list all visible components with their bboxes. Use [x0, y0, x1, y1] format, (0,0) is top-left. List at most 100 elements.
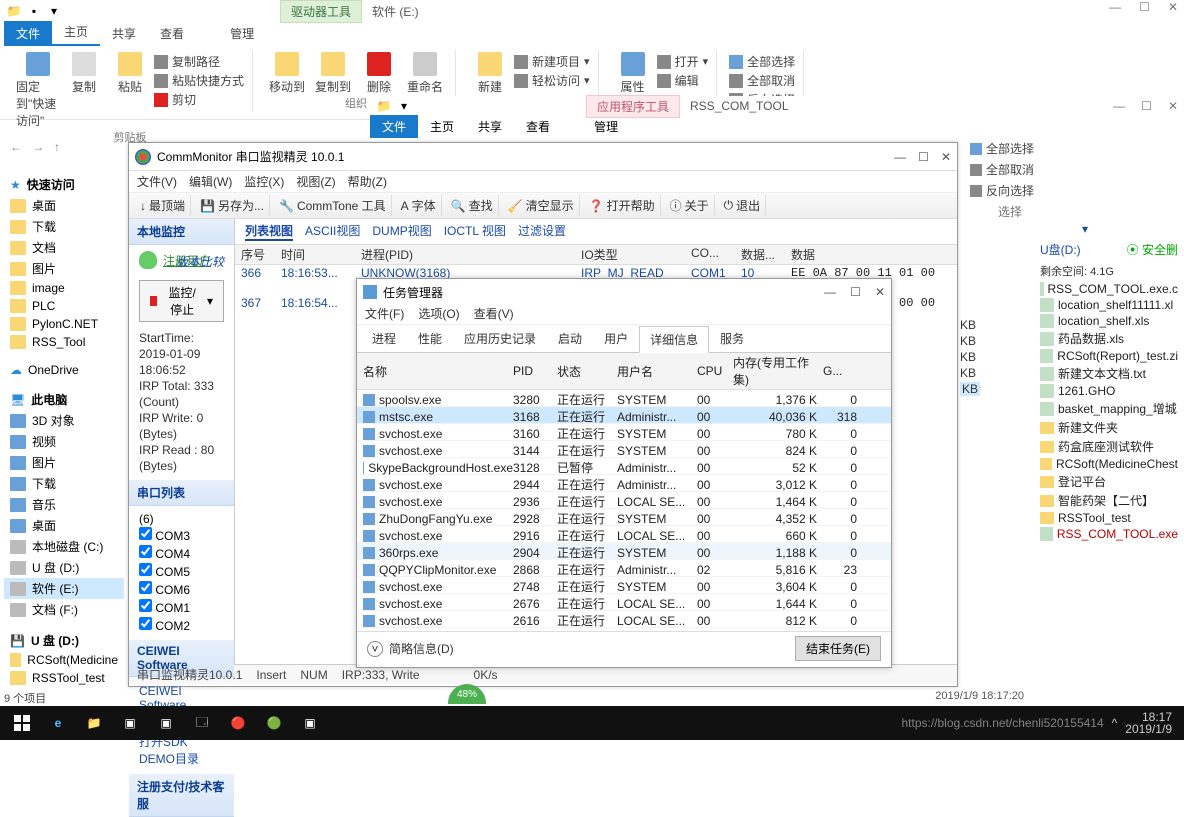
menu-item[interactable]: 监控(X): [244, 173, 284, 190]
tab[interactable]: 性能: [407, 325, 453, 352]
delete[interactable]: 删除: [357, 52, 401, 95]
maximize-button[interactable]: ☐: [1139, 0, 1150, 14]
file-item[interactable]: RCSoft(Report)_test.zi: [1034, 348, 1184, 364]
toolbar-button[interactable]: ❓打开帮助: [584, 195, 661, 216]
file-item[interactable]: RSS_COM_TOOL.exe: [1034, 526, 1184, 542]
file-item[interactable]: 药品数据.xls: [1034, 329, 1184, 348]
process-row[interactable]: svchost.exe2936正在运行LOCAL SE...001,464 K0: [357, 492, 891, 509]
file-item[interactable]: RCSoft(MedicineChest: [1034, 456, 1184, 472]
close-button[interactable]: ✕: [875, 285, 885, 299]
dropdown-icon[interactable]: ▾: [396, 98, 412, 114]
file-item[interactable]: RSSTool_test: [1034, 510, 1184, 526]
select-all[interactable]: 全部选择: [970, 140, 1050, 157]
open[interactable]: 打开 ▾: [657, 52, 709, 71]
process-row[interactable]: svchost.exe2616正在运行LOCAL SE...00812 K0: [357, 611, 891, 628]
view-tab[interactable]: IOCTL 视图: [444, 222, 506, 241]
menu-item[interactable]: 选项(O): [418, 305, 459, 324]
port-checkbox[interactable]: COM5: [139, 562, 224, 580]
edge-icon[interactable]: e: [40, 709, 76, 737]
invert-selection[interactable]: 反向选择: [970, 182, 1050, 199]
tab-home[interactable]: 主页: [52, 19, 100, 46]
tab-home[interactable]: 主页: [418, 115, 466, 138]
process-row[interactable]: svchost.exe2916正在运行LOCAL SE...00660 K0: [357, 526, 891, 543]
port-checkbox[interactable]: COM4: [139, 544, 224, 562]
app-icon-4[interactable]: 🔴: [220, 709, 256, 737]
nav-item[interactable]: RCSoft(Medicine: [4, 651, 124, 669]
paste-button[interactable]: 粘贴: [108, 52, 152, 129]
app-icon-2[interactable]: ▣: [148, 709, 184, 737]
app-icon-1[interactable]: ▣: [112, 709, 148, 737]
select-all[interactable]: 全部选择: [729, 52, 795, 71]
menu-item[interactable]: 视图(Z): [296, 173, 335, 190]
tab-share[interactable]: 共享: [100, 21, 148, 46]
minimize-button[interactable]: —: [1113, 99, 1125, 113]
file-item[interactable]: 1261.GHO: [1034, 383, 1184, 399]
copy-button[interactable]: 复制: [62, 52, 106, 129]
version-compare[interactable]: 版本比较: [176, 255, 224, 269]
view-tab[interactable]: 列表视图: [245, 222, 293, 241]
menu-item[interactable]: 文件(F): [365, 305, 404, 324]
end-task-button[interactable]: 结束任务(E): [795, 636, 881, 661]
process-row[interactable]: svchost.exe2944正在运行Administr...003,012 K…: [357, 475, 891, 492]
tab-manage[interactable]: 管理: [582, 115, 630, 138]
view-tab[interactable]: 过滤设置: [518, 222, 566, 241]
file-item[interactable]: location_shelf11111.xl: [1034, 297, 1184, 313]
minimize-button[interactable]: —: [894, 150, 906, 164]
app-icon-5[interactable]: 🟢: [256, 709, 292, 737]
nav-item[interactable]: 桌面: [4, 515, 124, 536]
u-drive[interactable]: 💾U 盘 (D:): [4, 630, 124, 651]
file-item[interactable]: location_shelf.xls: [1034, 313, 1184, 329]
nav-item[interactable]: 图片: [4, 452, 124, 473]
file-item[interactable]: 新建文件夹: [1034, 418, 1184, 437]
tab-file[interactable]: 文件: [4, 21, 52, 46]
back-button[interactable]: ←: [10, 140, 22, 154]
port-checkbox[interactable]: COM2: [139, 616, 224, 634]
app-icon-3[interactable]: 🗔: [184, 709, 220, 737]
toolbar-button[interactable]: 🧹清空显示: [503, 195, 580, 216]
close-button[interactable]: ✕: [1168, 0, 1178, 14]
nav-item[interactable]: 下载: [4, 473, 124, 494]
nav-item[interactable]: 视频: [4, 431, 124, 452]
nav-item[interactable]: PLC: [4, 297, 124, 315]
tab[interactable]: 应用历史记录: [453, 325, 547, 352]
toolbar-button[interactable]: 🔍查找: [446, 195, 499, 216]
nav-item[interactable]: 文档 (F:): [4, 599, 124, 620]
process-row[interactable]: ZhuDongFangYu.exe2928正在运行SYSTEM004,352 K…: [357, 509, 891, 526]
brief-info-toggle[interactable]: ˅简略信息(D): [367, 640, 454, 657]
new-item[interactable]: 新建项目 ▾: [514, 52, 590, 71]
nav-item[interactable]: 本地磁盘 (C:): [4, 536, 124, 557]
maximize-button[interactable]: ☐: [850, 285, 861, 299]
maximize-button[interactable]: ☐: [1141, 99, 1152, 113]
view-tab[interactable]: DUMP视图: [372, 222, 431, 241]
toolbar-button[interactable]: A字体: [396, 195, 442, 216]
toolbar-button[interactable]: 💾另存为...: [195, 195, 270, 216]
port-checkbox[interactable]: COM6: [139, 580, 224, 598]
explorer-icon[interactable]: 📁: [76, 709, 112, 737]
toolbar-button[interactable]: 🔧CommTone 工具: [274, 195, 392, 216]
this-pc[interactable]: 🖥此电脑: [4, 389, 124, 410]
file-item[interactable]: 新建文本文档.txt: [1034, 364, 1184, 383]
onedrive[interactable]: ☁OneDrive: [4, 361, 124, 379]
port-checkbox[interactable]: COM3: [139, 526, 224, 544]
tab[interactable]: 用户: [593, 325, 639, 352]
chevron-down-icon[interactable]: ▾: [1082, 222, 1088, 236]
move-to[interactable]: 移动到: [265, 52, 309, 95]
safe-remove[interactable]: 安全删: [1142, 243, 1178, 257]
nav-item[interactable]: RSSTool_test: [4, 669, 124, 687]
nav-item[interactable]: RSS_Tool: [4, 333, 124, 351]
dropdown-icon[interactable]: ▾: [46, 3, 62, 19]
file-item[interactable]: 智能药架【二代】: [1034, 491, 1184, 510]
tray-icon[interactable]: ^: [1112, 716, 1118, 730]
copy-to[interactable]: 复制到: [311, 52, 355, 95]
menu-item[interactable]: 帮助(Z): [348, 173, 387, 190]
file-item[interactable]: RSS_COM_TOOL.exe.c: [1034, 281, 1184, 297]
file-item[interactable]: 药盒底座测试软件: [1034, 437, 1184, 456]
rename[interactable]: 重命名: [403, 52, 447, 95]
minimize-button[interactable]: —: [1109, 0, 1121, 14]
paste-shortcut[interactable]: 粘贴快捷方式: [154, 71, 244, 90]
start-button[interactable]: [4, 709, 40, 737]
properties[interactable]: 属性: [611, 52, 655, 95]
nav-item[interactable]: PylonC.NET: [4, 315, 124, 333]
minimize-button[interactable]: —: [824, 285, 836, 299]
select-none[interactable]: 全部取消: [970, 161, 1050, 178]
